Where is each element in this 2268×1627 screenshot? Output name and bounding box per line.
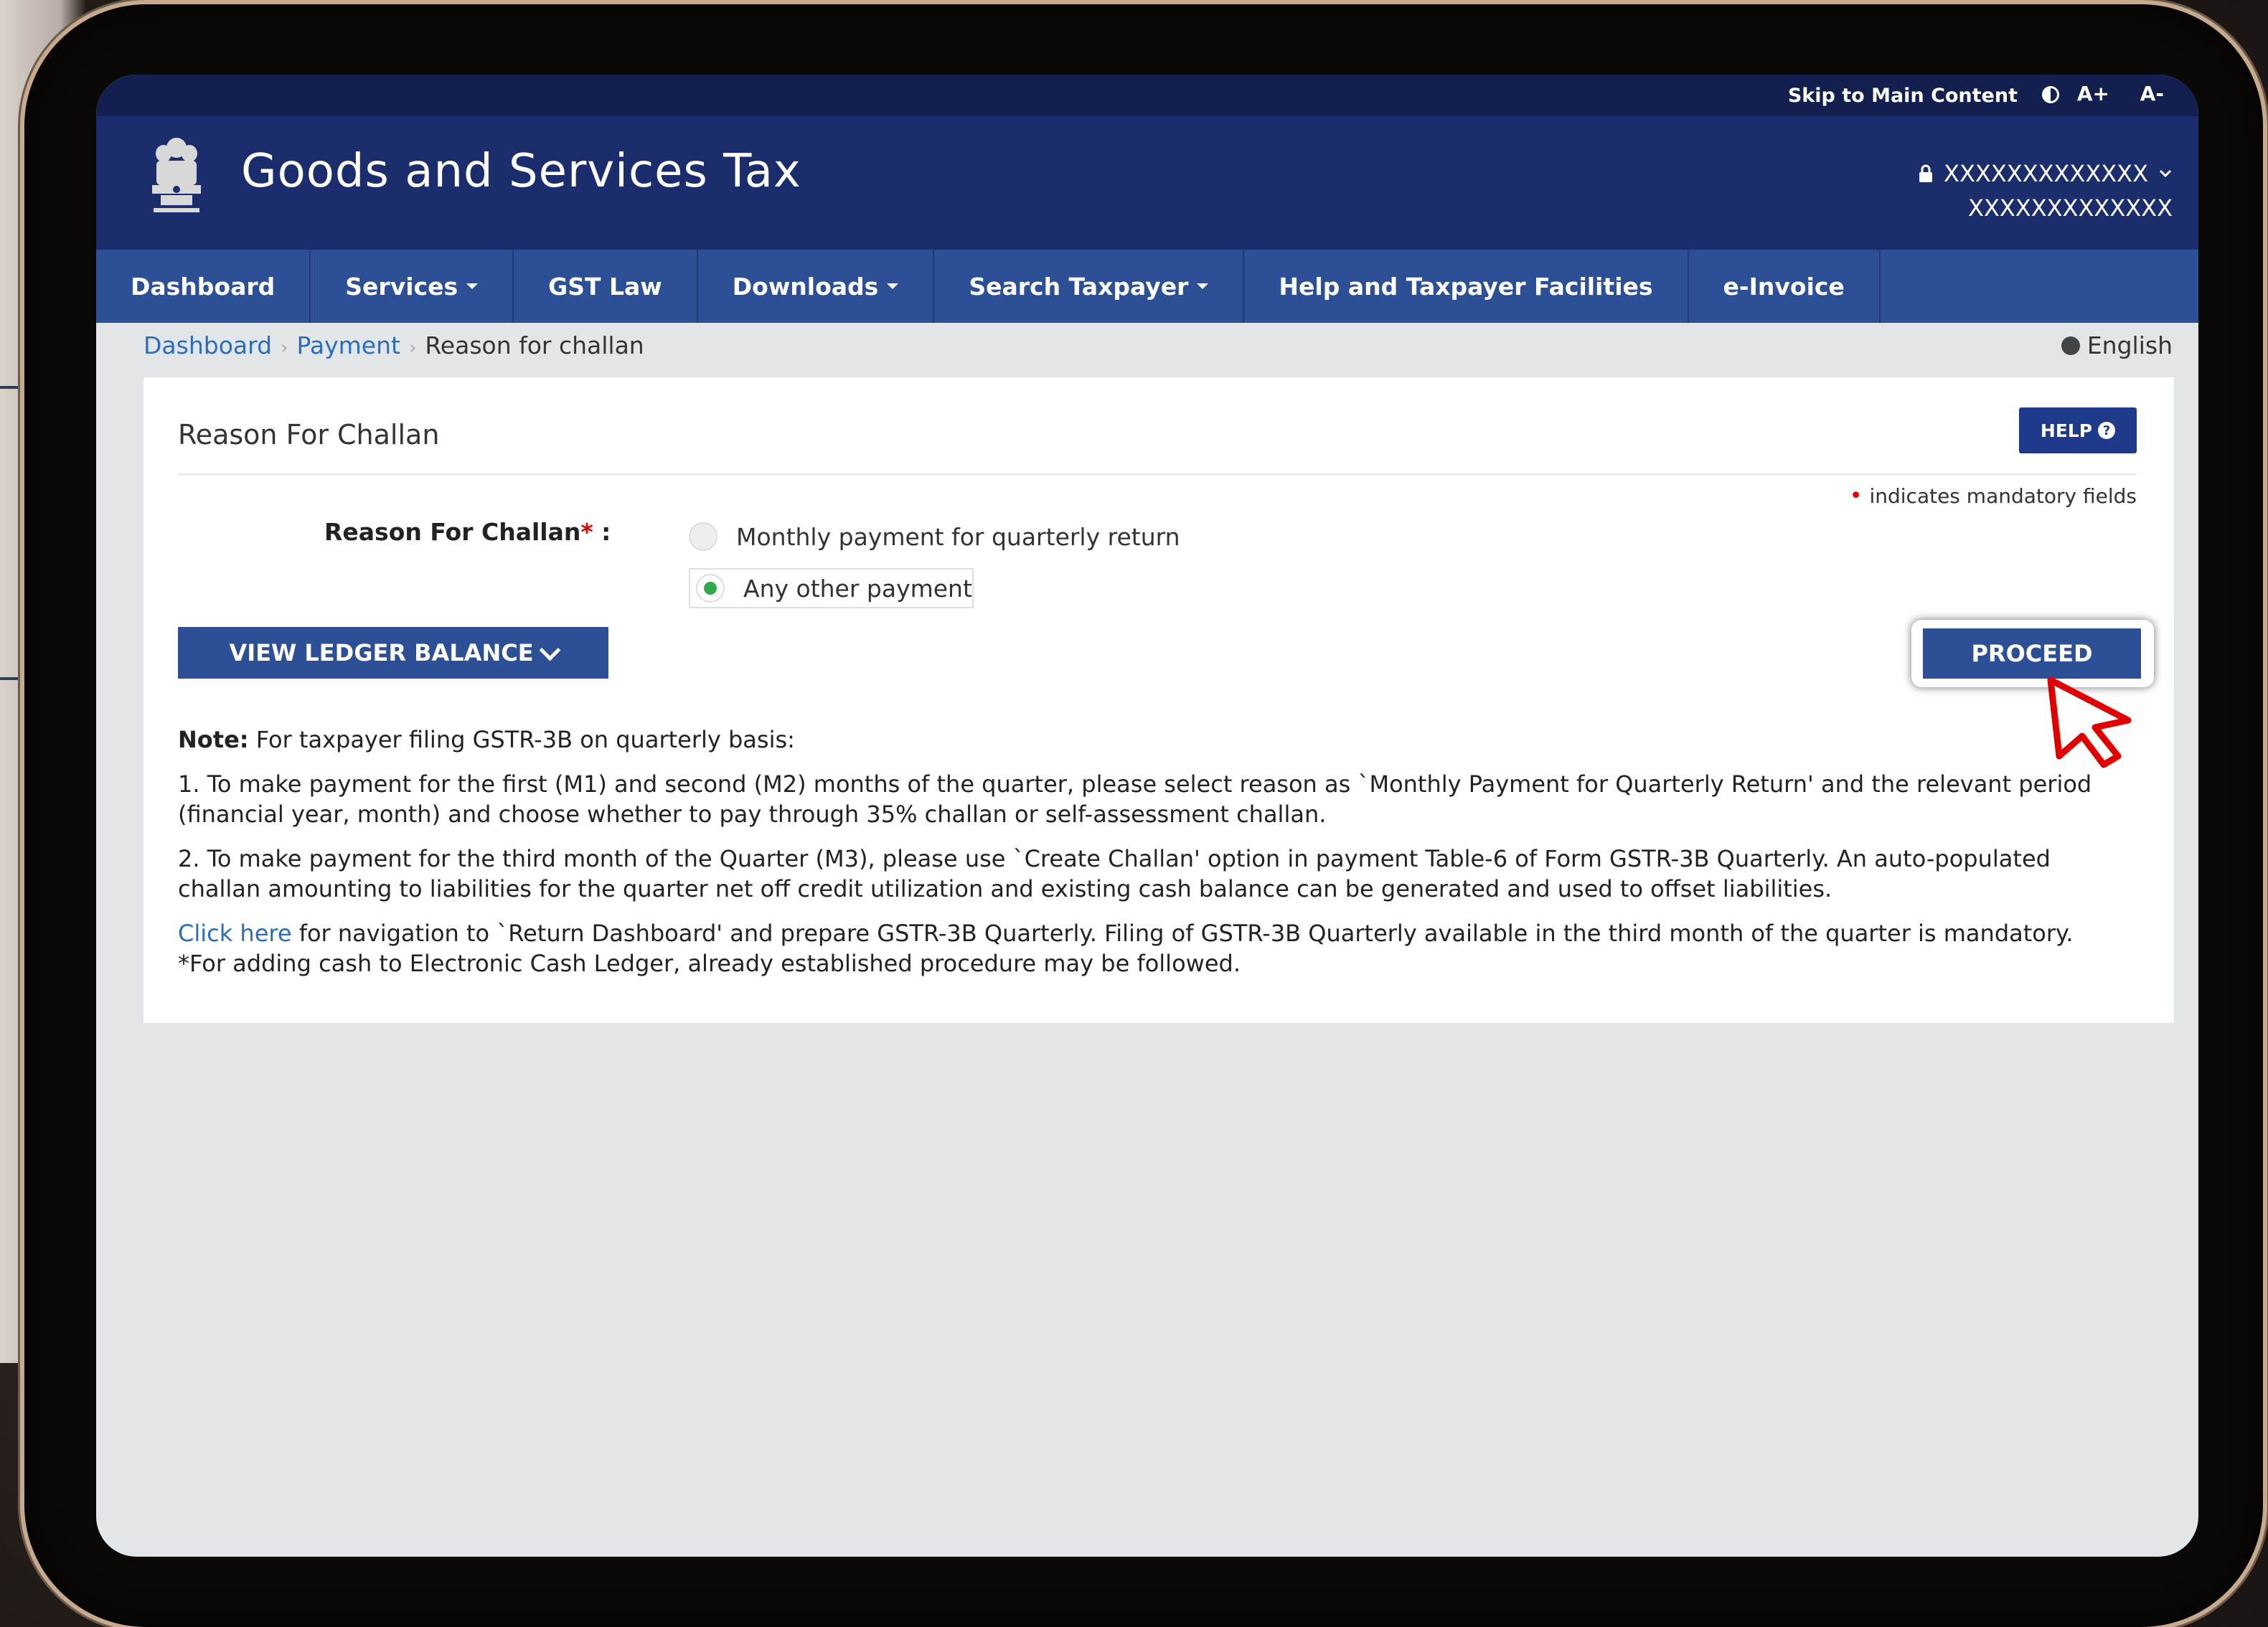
radio-button-selected[interactable] bbox=[696, 574, 725, 603]
nav-label: Services bbox=[345, 272, 458, 301]
reason-field-label: Reason For Challan* : bbox=[324, 518, 611, 546]
globe-icon bbox=[2061, 336, 2080, 355]
cash-ledger-note: *For adding cash to Electronic Cash Ledg… bbox=[178, 950, 1241, 977]
nav-label: Search Taxpayer bbox=[969, 272, 1189, 301]
user-id: XXXXXXXXXXXXX bbox=[1944, 160, 2148, 187]
site-title[interactable]: Goods and Services Tax bbox=[241, 145, 801, 198]
main-nav: Dashboard Services GST Law Downloads Sea… bbox=[96, 250, 2198, 323]
page-title: Reason For Challan bbox=[178, 419, 440, 451]
user-icon bbox=[1919, 164, 1933, 182]
radio-button[interactable] bbox=[689, 522, 717, 551]
note-heading: Note: bbox=[178, 726, 249, 753]
help-label: HELP bbox=[2040, 420, 2093, 441]
required-dot-icon: • bbox=[1849, 484, 1863, 509]
note-point-2: 2. To make payment for the third month o… bbox=[178, 845, 2051, 902]
nav-label: Dashboard bbox=[131, 272, 276, 301]
breadcrumb-current: Reason for challan bbox=[425, 331, 644, 359]
accessibility-bar: Skip to Main Content A+ A- bbox=[96, 75, 2198, 116]
nav-e-invoice[interactable]: e-Invoice bbox=[1689, 250, 1881, 323]
caret-down-icon bbox=[466, 283, 479, 289]
required-asterisk: * bbox=[580, 518, 593, 546]
nav-label: GST Law bbox=[548, 272, 662, 301]
view-ledger-label: VIEW LEDGER BALANCE bbox=[229, 639, 534, 666]
user-menu[interactable]: XXXXXXXXXXXXX XXXXXXXXXXXXX bbox=[1918, 156, 2173, 225]
screen: Skip to Main Content A+ A- Goods and Ser… bbox=[96, 75, 2198, 1557]
nav-label: Help and Taxpayer Facilities bbox=[1279, 272, 1653, 301]
divider bbox=[178, 473, 2137, 475]
chevron-down-icon bbox=[2159, 169, 2172, 178]
nav-label: e-Invoice bbox=[1723, 272, 1845, 301]
contrast-icon[interactable] bbox=[2042, 86, 2059, 103]
mandatory-note: • indicates mandatory fields bbox=[1850, 484, 2137, 509]
breadcrumb-separator: › bbox=[408, 337, 417, 359]
view-ledger-balance-button[interactable]: VIEW LEDGER BALANCE bbox=[178, 627, 608, 679]
question-icon: ? bbox=[2098, 422, 2116, 439]
nav-gst-law[interactable]: GST Law bbox=[514, 250, 698, 323]
chevron-down-icon bbox=[539, 639, 560, 661]
user-name: XXXXXXXXXXXXX bbox=[1968, 194, 2173, 222]
nav-search-taxpayer[interactable]: Search Taxpayer bbox=[934, 250, 1245, 323]
radio-label: Monthly payment for quarterly return bbox=[736, 522, 1180, 551]
proceed-button[interactable]: PROCEED bbox=[1923, 628, 2141, 679]
field-label-text: Reason For Challan bbox=[324, 518, 581, 546]
skip-to-main-link[interactable]: Skip to Main Content bbox=[1788, 85, 2018, 107]
language-selector[interactable]: English bbox=[2061, 331, 2173, 359]
click-here-text: for navigation to `Return Dashboard' and… bbox=[298, 920, 2074, 947]
mandatory-text: indicates mandatory fields bbox=[1869, 484, 2137, 508]
note-point-1: 1. To make payment for the first (M1) an… bbox=[178, 770, 2092, 828]
radio-label: Any other payment bbox=[743, 574, 972, 603]
nav-help-taxpayer-facilities[interactable]: Help and Taxpayer Facilities bbox=[1244, 250, 1689, 323]
breadcrumb-payment[interactable]: Payment bbox=[296, 331, 400, 359]
breadcrumb: Dashboard › Payment › Reason for challan bbox=[143, 331, 644, 359]
radio-any-other-payment[interactable]: Any other payment bbox=[689, 568, 974, 608]
breadcrumb-separator: › bbox=[281, 337, 288, 359]
challan-panel: Reason For Challan HELP ? • indicates man… bbox=[143, 377, 2174, 1023]
national-emblem-icon bbox=[152, 138, 201, 212]
language-label: English bbox=[2086, 331, 2173, 359]
help-button[interactable]: HELP ? bbox=[2019, 407, 2137, 453]
breadcrumb-dashboard[interactable]: Dashboard bbox=[143, 331, 272, 359]
note-section: Note: For taxpayer filing GSTR-3B on qua… bbox=[178, 725, 2131, 993]
nav-services[interactable]: Services bbox=[311, 250, 514, 323]
note-heading-text: For taxpayer filing GSTR-3B on quarterly… bbox=[255, 726, 795, 753]
nav-label: Downloads bbox=[732, 272, 879, 301]
click-here-link[interactable]: Click here bbox=[178, 920, 292, 947]
caret-down-icon bbox=[1197, 283, 1209, 289]
nav-downloads[interactable]: Downloads bbox=[698, 250, 935, 323]
decrease-font-button[interactable]: A- bbox=[2140, 82, 2164, 105]
nav-dashboard[interactable]: Dashboard bbox=[96, 250, 311, 323]
increase-font-button[interactable]: A+ bbox=[2077, 82, 2109, 105]
site-header: Goods and Services Tax XXXXXXXXXXXXX XXX… bbox=[96, 116, 2198, 250]
caret-down-icon bbox=[887, 283, 899, 289]
radio-monthly-payment[interactable]: Monthly payment for quarterly return bbox=[689, 522, 1180, 551]
